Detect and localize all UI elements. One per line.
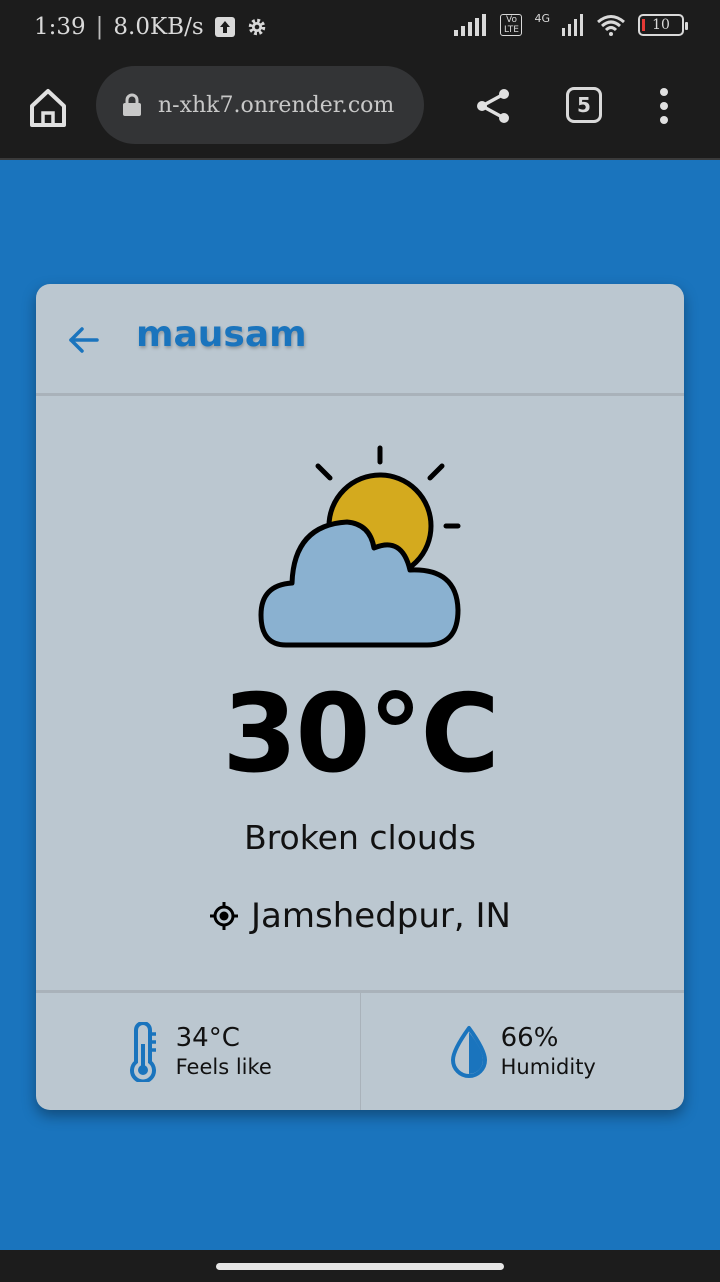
- arrow-left-icon[interactable]: [66, 322, 102, 358]
- weather-condition: Broken clouds: [244, 818, 476, 857]
- humidity-stat: 66% Humidity: [359, 993, 685, 1110]
- lock-icon: [123, 93, 141, 116]
- location: Jamshedpur, IN: [36, 896, 684, 936]
- temperature-value: 30°C: [222, 672, 500, 797]
- upload-icon: [214, 17, 235, 37]
- signal-icon-2: [562, 14, 583, 36]
- status-time: 1:39: [34, 14, 86, 40]
- card-header: mausam: [36, 284, 684, 396]
- feels-like-text: 34°C Feels like: [176, 1023, 272, 1081]
- sun-behind-cloud-icon: [258, 445, 461, 648]
- feels-like-value: 34°C: [175, 1022, 240, 1053]
- card-footer: 34°C Feels like 66% Humidity: [36, 990, 684, 1110]
- status-bar: 1:39 | 8.0KB/s Vo LTE 4G 10: [0, 0, 720, 56]
- browser-toolbar: n-xhk7.onrender.com 5: [0, 56, 720, 160]
- feels-like-stat: 34°C Feels like: [36, 993, 360, 1110]
- signal-icon: [454, 14, 487, 36]
- url-text: n-xhk7.onrender.com: [158, 92, 395, 118]
- more-menu-icon[interactable]: [650, 86, 678, 126]
- settings-gear-icon: [248, 18, 265, 36]
- status-separator: |: [95, 14, 104, 40]
- network-type: 4G: [534, 11, 550, 25]
- humidity-label: Humidity: [500, 1054, 596, 1079]
- feels-like-label: Feels like: [175, 1054, 272, 1079]
- address-bar[interactable]: n-xhk7.onrender.com: [96, 66, 424, 144]
- status-right: Vo LTE 4G 10: [454, 11, 688, 36]
- volte-icon: Vo LTE: [500, 14, 523, 36]
- humidity-text: 66% Humidity: [501, 1023, 596, 1081]
- home-icon[interactable]: [26, 86, 70, 130]
- app-title: mausam: [136, 314, 307, 355]
- status-speed: 8.0KB/s: [113, 14, 204, 40]
- location-name: Jamshedpur, IN: [251, 896, 511, 936]
- wifi-icon: [597, 15, 625, 36]
- system-nav-bar: [0, 1250, 720, 1282]
- status-left: 1:39 | 8.0KB/s: [34, 14, 268, 40]
- home-gesture-handle[interactable]: [216, 1263, 504, 1270]
- share-icon[interactable]: [474, 86, 514, 126]
- battery-level: 10: [652, 17, 670, 33]
- water-drop-icon: [450, 1025, 487, 1078]
- tab-switcher-button[interactable]: 5: [566, 87, 602, 123]
- battery-icon: 10: [638, 14, 688, 36]
- weather-card: mausam 30°C Broken clouds Jamshedpur, IN: [36, 284, 684, 1110]
- humidity-value: 66%: [500, 1022, 559, 1053]
- thermometer-icon: [129, 1021, 156, 1082]
- crosshair-location-icon: [210, 902, 239, 930]
